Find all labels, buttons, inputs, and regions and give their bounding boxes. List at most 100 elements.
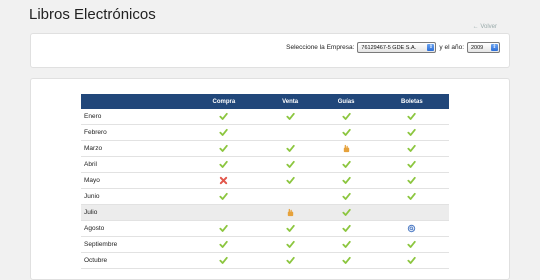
month-cell: Octubre xyxy=(81,252,185,269)
checkmark-icon[interactable] xyxy=(286,256,295,265)
table-row: Febrero xyxy=(81,124,449,141)
month-cell: Febrero xyxy=(81,124,185,141)
status-cell xyxy=(185,109,263,125)
checkmark-icon[interactable] xyxy=(407,128,417,137)
status-cell xyxy=(374,188,449,205)
table-row: Julio xyxy=(81,204,449,221)
checkmark-icon[interactable] xyxy=(219,224,229,233)
table-row: Mayo xyxy=(81,172,449,189)
status-cell xyxy=(317,188,375,205)
checkmark-icon[interactable] xyxy=(286,144,295,153)
checkmark-icon[interactable] xyxy=(219,112,229,121)
status-cell xyxy=(185,252,263,269)
back-link[interactable]: ← Volver xyxy=(473,24,497,30)
table-row: Junio xyxy=(81,188,449,205)
hand-icon[interactable] xyxy=(286,208,295,217)
status-cell xyxy=(185,124,263,141)
status-cell xyxy=(262,220,318,237)
checkmark-icon[interactable] xyxy=(219,160,229,169)
month-cell: Marzo xyxy=(81,140,185,157)
checkmark-icon[interactable] xyxy=(342,176,351,185)
status-cell xyxy=(374,140,449,157)
checkmark-icon[interactable] xyxy=(407,160,417,169)
table-header: Compra Venta Guías Boletas xyxy=(81,94,449,109)
table-row: Marzo xyxy=(81,140,449,157)
status-cell xyxy=(317,252,375,269)
checkmark-icon[interactable] xyxy=(407,256,417,265)
column-header-compra: Compra xyxy=(185,94,263,109)
books-table: Compra Venta Guías Boletas Enero Febrero Marz… xyxy=(81,94,449,269)
table-row: Octubre xyxy=(81,252,449,269)
status-cell xyxy=(317,156,375,173)
checkmark-icon[interactable] xyxy=(286,112,295,121)
column-header-guías: Guías xyxy=(317,94,375,109)
chevron-updown-icon: ⇕ xyxy=(427,44,435,51)
status-cell xyxy=(374,109,449,125)
checkmark-icon[interactable] xyxy=(342,192,351,201)
table-row: Enero xyxy=(81,109,449,125)
column-header-boletas: Boletas xyxy=(374,94,449,109)
checkmark-icon[interactable] xyxy=(286,160,295,169)
company-label: Seleccione la Empresa: xyxy=(286,44,355,51)
status-cell xyxy=(317,124,375,141)
checkmark-icon[interactable] xyxy=(407,192,417,201)
month-cell: Mayo xyxy=(81,172,185,189)
checkmark-icon[interactable] xyxy=(342,160,351,169)
company-value: 76129467-5 GDE S.A. xyxy=(361,44,417,51)
checkmark-icon[interactable] xyxy=(219,192,229,201)
checkmark-icon[interactable] xyxy=(342,208,351,217)
checkmark-icon[interactable] xyxy=(286,224,295,233)
checkmark-icon[interactable] xyxy=(342,128,351,137)
checkmark-icon[interactable] xyxy=(219,256,229,265)
checkmark-icon[interactable] xyxy=(219,128,229,137)
company-select[interactable]: 76129467-5 GDE S.A. ⇕ xyxy=(357,42,437,53)
x-icon[interactable] xyxy=(219,176,228,185)
status-cell xyxy=(185,220,263,237)
month-cell: Junio xyxy=(81,188,185,205)
status-cell xyxy=(374,172,449,189)
checkmark-icon[interactable] xyxy=(407,176,417,185)
filter-panel: Seleccione la Empresa: 76129467-5 GDE S.… xyxy=(30,33,510,68)
checkmark-icon[interactable] xyxy=(219,144,229,153)
checkmark-icon[interactable] xyxy=(342,240,351,249)
checkmark-icon[interactable] xyxy=(342,112,351,121)
checkmark-icon[interactable] xyxy=(407,240,417,249)
filter-bar: Seleccione la Empresa: 76129467-5 GDE S.… xyxy=(286,42,500,53)
chevron-updown-icon: ⇕ xyxy=(491,44,498,51)
status-cell xyxy=(262,109,318,125)
status-cell xyxy=(374,220,449,237)
status-cell xyxy=(262,140,318,157)
status-cell xyxy=(374,204,449,221)
checkmark-icon[interactable] xyxy=(407,144,417,153)
status-cell xyxy=(317,172,375,189)
status-cell xyxy=(262,172,318,189)
checkmark-icon[interactable] xyxy=(407,112,417,121)
table-row: Abril xyxy=(81,156,449,173)
month-cell: Septiembre xyxy=(81,236,185,253)
checkmark-icon[interactable] xyxy=(342,224,351,233)
status-cell xyxy=(185,156,263,173)
checkmark-icon[interactable] xyxy=(286,176,295,185)
magnifier-icon[interactable] xyxy=(407,224,416,233)
status-cell xyxy=(262,252,318,269)
column-header-month xyxy=(81,94,185,109)
status-cell xyxy=(317,220,375,237)
status-cell xyxy=(317,204,375,221)
year-label: y el año: xyxy=(439,44,464,51)
status-cell xyxy=(262,204,318,221)
status-cell xyxy=(374,156,449,173)
checkmark-icon[interactable] xyxy=(286,240,295,249)
hand-icon[interactable] xyxy=(342,144,351,153)
status-cell xyxy=(185,172,263,189)
status-cell xyxy=(317,109,375,125)
status-cell xyxy=(185,140,263,157)
status-cell xyxy=(317,236,375,253)
page-title: Libros Electrónicos xyxy=(29,6,156,23)
checkmark-icon[interactable] xyxy=(342,256,351,265)
status-cell xyxy=(374,124,449,141)
status-cell xyxy=(262,188,318,205)
year-select[interactable]: 2009 ⇕ xyxy=(467,42,500,53)
status-cell xyxy=(185,188,263,205)
checkmark-icon[interactable] xyxy=(219,240,229,249)
status-cell xyxy=(185,204,263,221)
